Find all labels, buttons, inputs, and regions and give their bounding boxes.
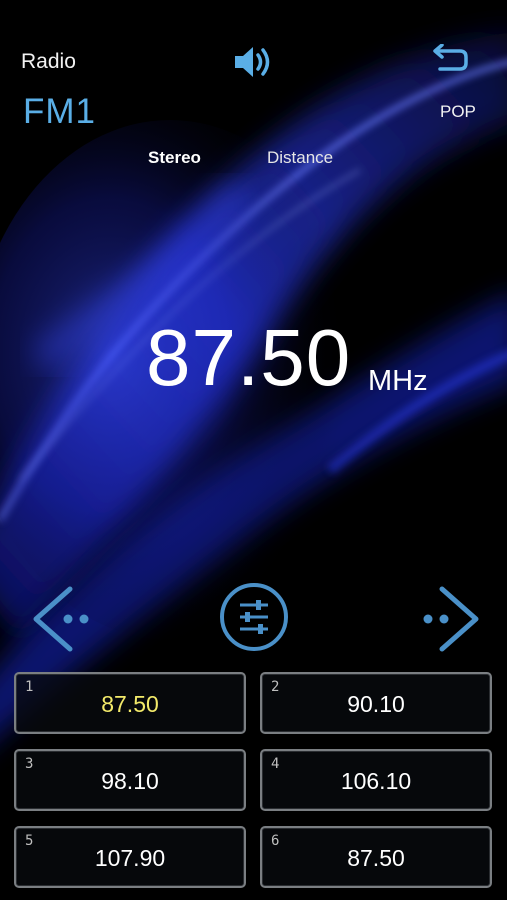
band-label[interactable]: FM1 [23,92,96,132]
seek-prev-icon[interactable] [30,583,102,655]
preset-frequency: 90.10 [347,691,405,717]
preset-button-2[interactable]: 2 90.10 [260,672,492,734]
preset-frequency: 98.10 [101,768,159,794]
seek-next-icon[interactable] [410,583,482,655]
speaker-icon[interactable] [232,42,276,82]
eq-mode-label[interactable]: POP [440,102,476,122]
stereo-indicator[interactable]: Stereo [148,148,201,168]
app-title: Radio [21,50,76,73]
preset-button-4[interactable]: 4 106.10 [260,749,492,811]
equalizer-icon[interactable] [218,581,290,653]
preset-button-3[interactable]: 3 98.10 [14,749,246,811]
preset-frequency: 87.50 [347,845,405,871]
back-arrow-icon[interactable] [430,43,470,74]
distance-indicator[interactable]: Distance [267,148,333,168]
preset-frequency: 106.10 [340,768,412,794]
preset-button-6[interactable]: 6 87.50 [260,826,492,888]
frequency-unit: MHz [368,365,428,397]
preset-frequency: 107.90 [94,845,166,871]
preset-button-1[interactable]: 1 87.50 [14,672,246,734]
preset-button-5[interactable]: 5 107.90 [14,826,246,888]
preset-frequency: 87.50 [101,691,159,717]
frequency-display: 87.50 [146,313,352,402]
